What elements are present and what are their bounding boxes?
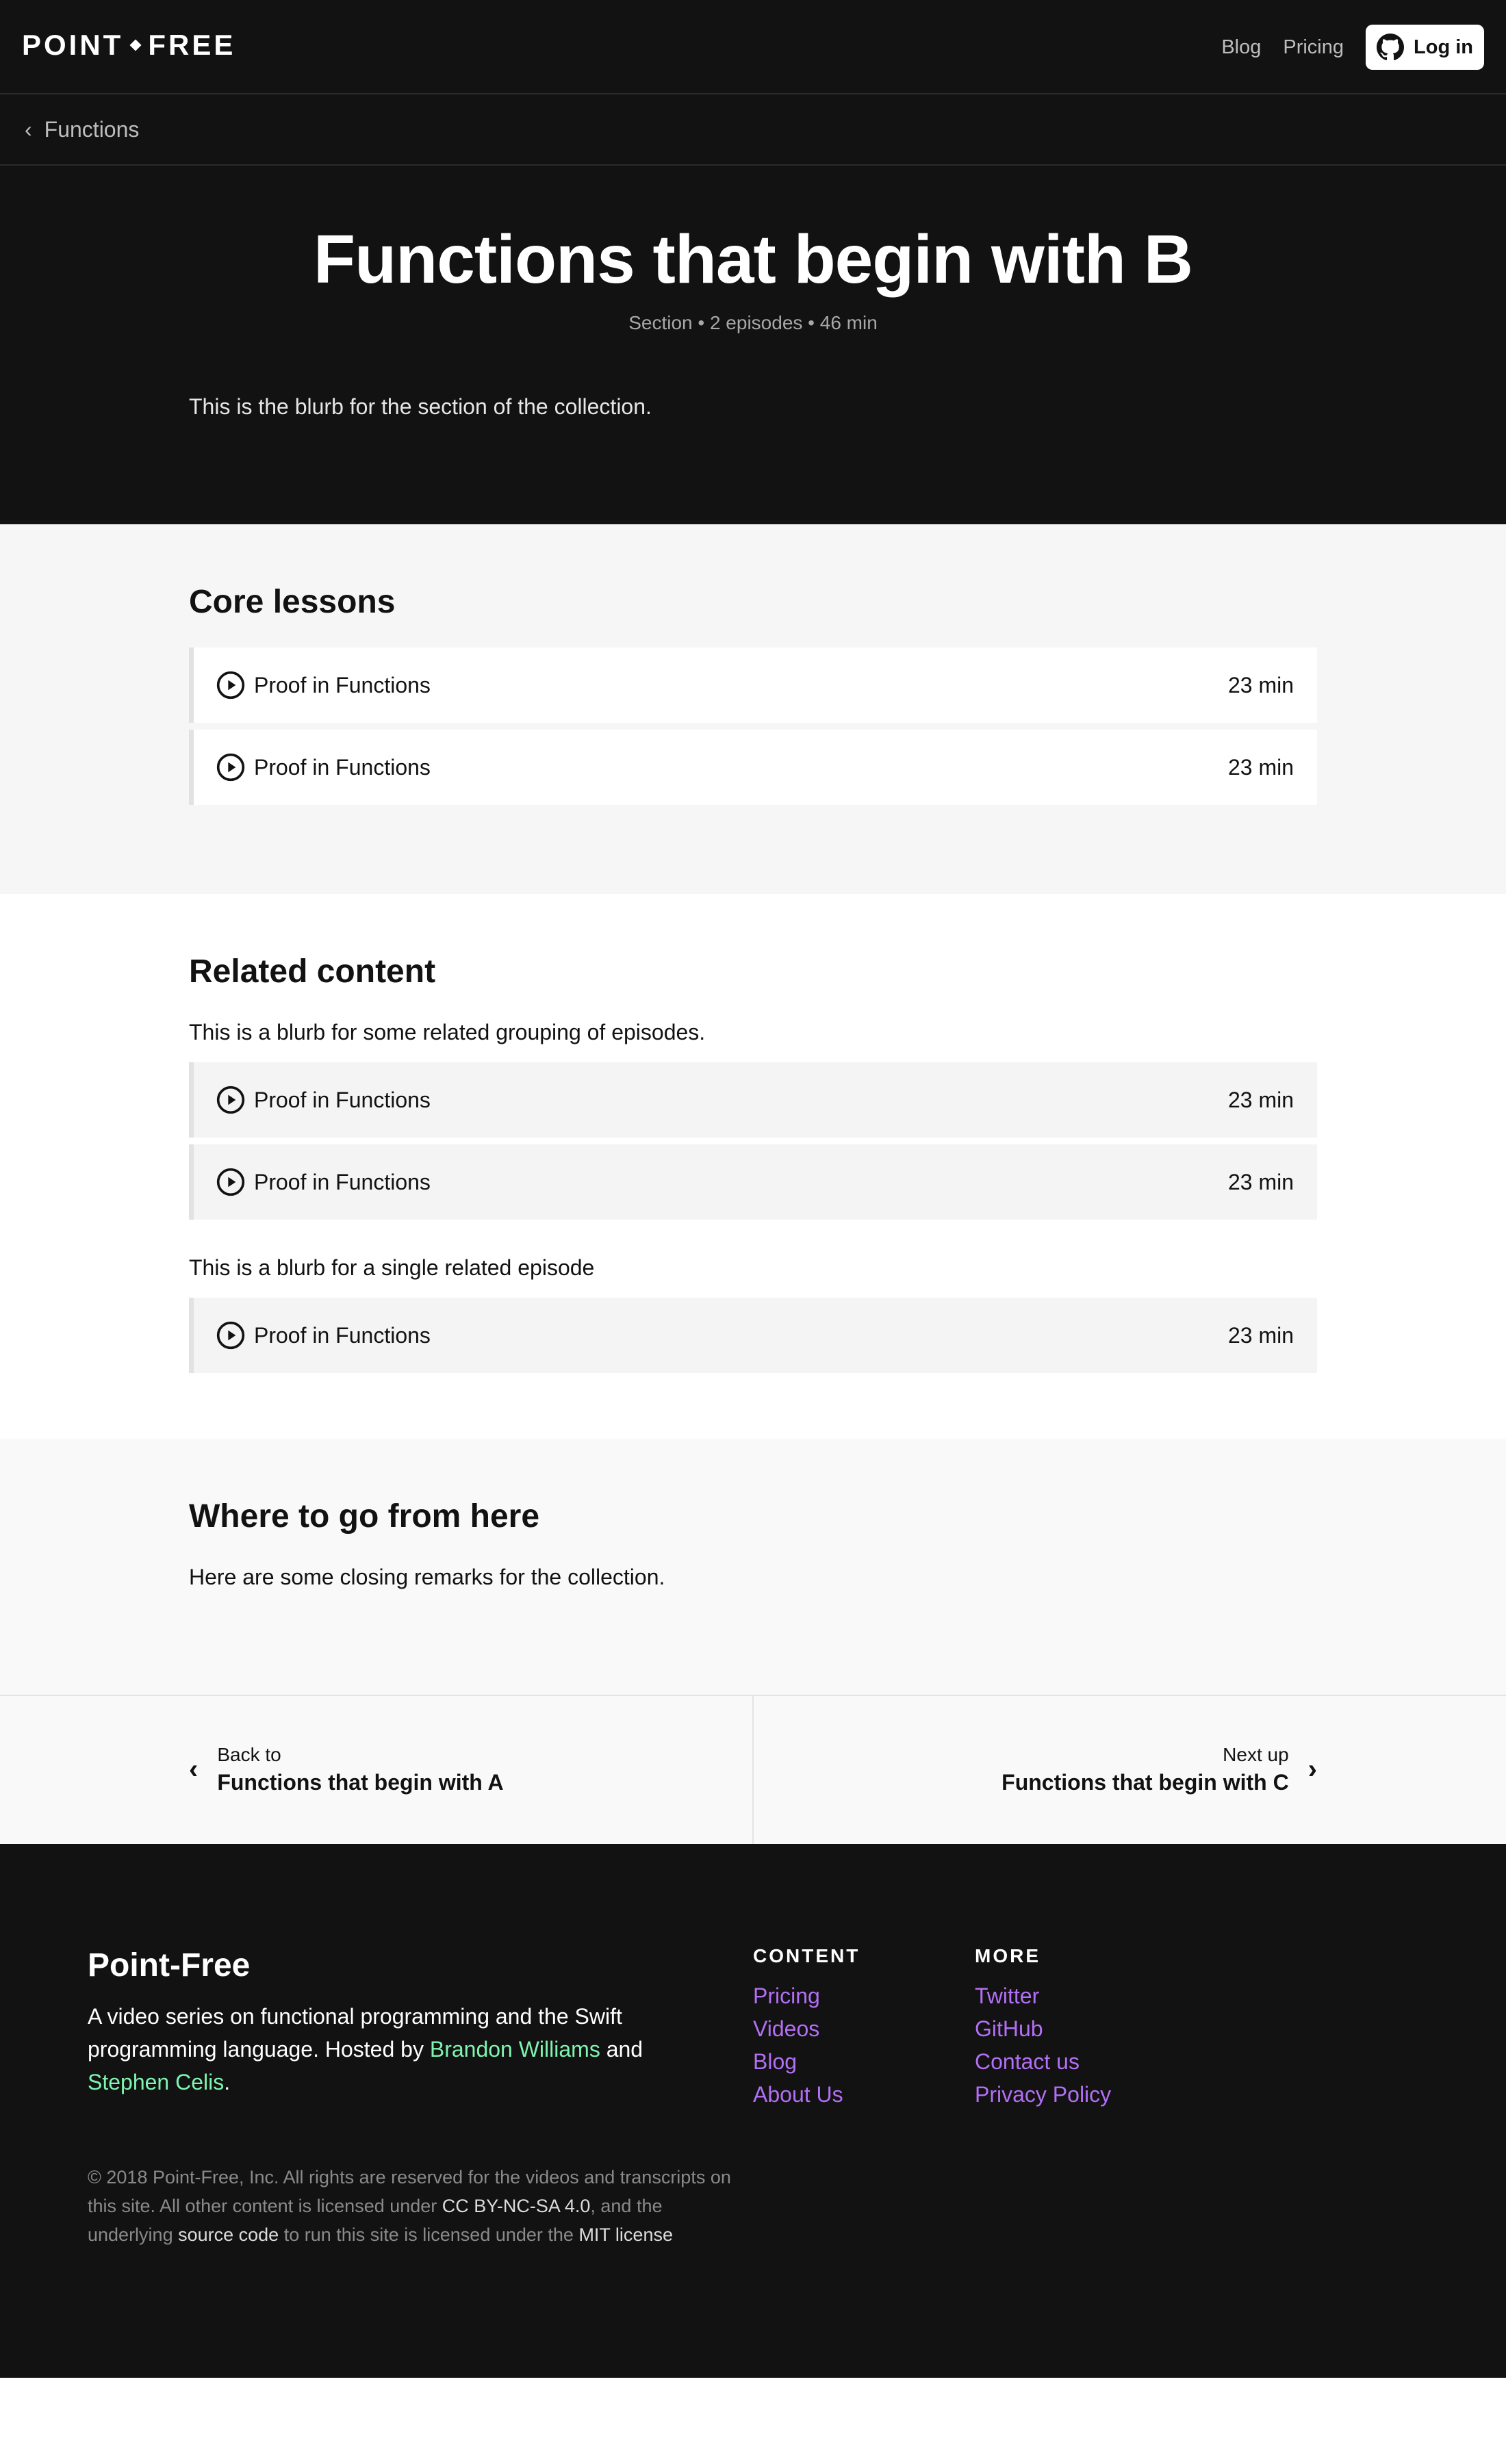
site-logo[interactable]: POINT FREE (22, 29, 235, 62)
lesson-duration: 23 min (1227, 754, 1294, 780)
related-group-blurb: This is a blurb for some related groupin… (189, 1020, 706, 1044)
related-duration: 23 min (1227, 1169, 1294, 1194)
footer-link-pricing[interactable]: Pricing (753, 1979, 860, 2012)
footer-link-twitter[interactable]: Twitter (975, 1979, 1111, 2012)
related-duration: 23 min (1227, 1087, 1294, 1112)
lesson-duration: 23 min (1227, 672, 1294, 697)
prev-next-divider (752, 1696, 754, 1845)
breadcrumb[interactable]: ‹ Functions (0, 94, 1506, 166)
related-row[interactable]: Proof in Functions 23 min (189, 1062, 1317, 1138)
play-circle-icon (216, 1168, 245, 1196)
footer-desc-period: . (224, 2070, 231, 2094)
footer-content-heading: CONTENT (753, 1945, 860, 1966)
github-icon (1377, 34, 1405, 61)
related-title: Proof in Functions (254, 1322, 431, 1348)
section-meta: Section • 2 episodes • 46 min (628, 312, 878, 333)
play-circle-icon (216, 1321, 245, 1350)
page-title: Functions that begin with B (314, 221, 1193, 298)
chevron-left-icon: ‹ (189, 1754, 199, 1784)
next-section-link[interactable]: Next up Functions that begin with C › (1001, 1744, 1317, 1795)
footer-desc-and: and (600, 2037, 643, 2062)
related-row[interactable]: Proof in Functions 23 min (189, 1144, 1317, 1220)
related-row[interactable]: Proof in Functions 23 min (189, 1298, 1317, 1373)
play-circle-icon (216, 753, 245, 782)
where-to-go-heading: Where to go from here (189, 1498, 540, 1535)
nav-links: Blog Pricing Log in (1221, 25, 1484, 70)
core-lessons-heading: Core lessons (189, 584, 396, 620)
footer-more-heading: MORE (975, 1945, 1041, 1966)
license-link[interactable]: CC BY-NC-SA 4.0 (442, 2196, 591, 2216)
copyright-notice: © 2018 Point-Free, Inc. All rights are r… (88, 2163, 745, 2249)
lesson-title: Proof in Functions (254, 672, 431, 697)
nav-link-blog[interactable]: Blog (1221, 36, 1261, 59)
play-circle-icon (216, 1086, 245, 1114)
logo-text-left: POINT (22, 29, 124, 61)
previous-section-link[interactable]: ‹ Back to Functions that begin with A (189, 1744, 504, 1795)
breadcrumb-label: Functions (44, 116, 140, 142)
where-to-go-section: Where to go from here Here are some clos… (0, 1439, 1506, 1695)
footer-link-videos[interactable]: Videos (753, 2012, 860, 2045)
footer-description: A video series on functional programming… (88, 2000, 690, 2099)
lesson-title: Proof in Functions (254, 754, 431, 780)
login-button[interactable]: Log in (1366, 25, 1484, 70)
host-link-stephen[interactable]: Stephen Celis (88, 2070, 224, 2094)
host-link-brandon[interactable]: Brandon Williams (430, 2037, 600, 2062)
related-title: Proof in Functions (254, 1087, 431, 1112)
previous-label: Back to (217, 1744, 281, 1765)
mit-license-link[interactable]: MIT license (578, 2224, 673, 2245)
source-code-link[interactable]: source code (178, 2224, 279, 2245)
next-label: Next up (1223, 1744, 1289, 1765)
core-lessons-section: Core lessons Proof in Functions 23 min P… (0, 524, 1506, 894)
footer-link-privacy-policy[interactable]: Privacy Policy (975, 2078, 1111, 2111)
chevron-left-icon: ‹ (25, 116, 32, 142)
section-blurb: This is the blurb for the section of the… (189, 394, 652, 419)
related-content-heading: Related content (189, 953, 436, 990)
related-title: Proof in Functions (254, 1169, 431, 1194)
site-footer: Point-Free A video series on functional … (0, 1844, 1506, 2378)
login-label: Log in (1414, 36, 1473, 58)
nav-link-pricing[interactable]: Pricing (1283, 36, 1344, 59)
lesson-row[interactable]: Proof in Functions 23 min (189, 647, 1317, 723)
play-circle-icon (216, 671, 245, 700)
footer-brand: Point-Free (88, 1947, 251, 1984)
hero-section: Functions that begin with B Section • 2 … (0, 166, 1506, 524)
footer-link-contact-us[interactable]: Contact us (975, 2045, 1111, 2078)
footer-link-github[interactable]: GitHub (975, 2012, 1111, 2045)
previous-title: Functions that begin with A (217, 1770, 504, 1795)
chevron-right-icon: › (1307, 1754, 1317, 1784)
footer-link-blog[interactable]: Blog (753, 2045, 860, 2078)
footer-link-about-us[interactable]: About Us (753, 2078, 860, 2111)
top-navigation: POINT FREE Blog Pricing Log in (0, 0, 1506, 94)
logo-diamond-icon (129, 39, 142, 51)
next-title: Functions that begin with C (1001, 1770, 1289, 1795)
related-duration: 23 min (1227, 1322, 1294, 1348)
lesson-row[interactable]: Proof in Functions 23 min (189, 730, 1317, 805)
footer-content-column: CONTENT Pricing Videos Blog About Us (753, 1945, 860, 2111)
copyright-text: to run this site is licensed under the (279, 2224, 579, 2245)
related-content-section: Related content This is a blurb for some… (0, 894, 1506, 1439)
prev-next-navigation: ‹ Back to Functions that begin with A Ne… (0, 1695, 1506, 1845)
related-single-blurb: This is a blurb for a single related epi… (189, 1255, 595, 1280)
footer-more-column: MORE Twitter GitHub Contact us Privacy P… (975, 1945, 1111, 2111)
logo-text-right: FREE (148, 29, 236, 61)
closing-remarks: Here are some closing remarks for the co… (189, 1565, 665, 1589)
